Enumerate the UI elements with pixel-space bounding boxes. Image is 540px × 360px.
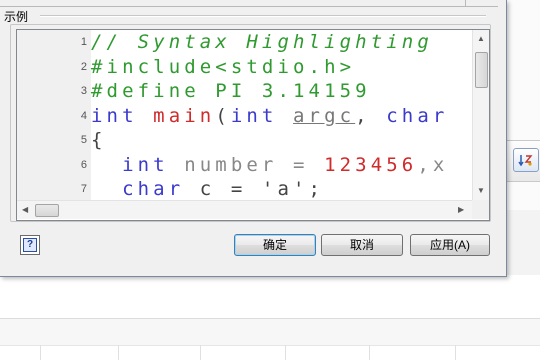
code-text: int number = 123456,x [91, 153, 448, 177]
help-button[interactable]: ? [20, 235, 40, 255]
code-token: ,x [417, 153, 449, 176]
column-divider [285, 345, 286, 360]
code-token: , [355, 104, 387, 127]
code-token: int [230, 104, 294, 127]
sort-arrows-icon [518, 155, 533, 167]
code-token: argc [293, 104, 356, 127]
line-number: 2 [80, 60, 87, 73]
code-token: main [153, 104, 216, 127]
code-text: #include<stdio.h> [91, 55, 355, 79]
code-token: // Syntax Highlighting [91, 31, 449, 53]
top-divider [0, 0, 498, 7]
line-number: 7 [80, 183, 87, 195]
code-token: c = 'a'; [199, 178, 325, 200]
column-divider [369, 345, 370, 360]
code-text: { [91, 128, 107, 152]
code-token: char [386, 104, 449, 127]
column-divider [455, 345, 456, 360]
vertical-scrollbar[interactable]: ▲ ▼ [472, 30, 489, 200]
scroll-down-arrow-icon[interactable]: ▼ [477, 186, 485, 196]
column-divider [200, 345, 201, 360]
line-number: 6 [80, 158, 87, 171]
scroll-left-arrow-icon[interactable]: ◀ [22, 205, 28, 215]
top-divider-tick [465, 0, 466, 6]
code-preview[interactable]: 1 // Syntax Highlighting 2 #include<stdio.… [16, 29, 490, 221]
code-text: // Syntax Highlighting [91, 30, 448, 54]
code-token: int [91, 104, 154, 127]
example-group-label: 示例 [4, 10, 29, 24]
vertical-scroll-thumb[interactable] [475, 52, 488, 88]
help-icon: ? [23, 238, 37, 252]
code-token: ( [215, 104, 231, 127]
code-text: char c = 'a'; [91, 177, 324, 201]
ok-button[interactable]: 确定 [234, 234, 316, 256]
scroll-up-arrow-icon[interactable]: ▲ [477, 34, 485, 44]
background-table-header [0, 318, 540, 346]
code-text: #define PI 3.14159 [91, 79, 371, 103]
scroll-right-arrow-icon[interactable]: ▶ [458, 205, 464, 215]
code-text: int main(int argc, char [91, 104, 448, 128]
column-divider [40, 345, 41, 360]
line-number: 3 [80, 85, 87, 97]
scrollbar-corner [472, 200, 489, 219]
group-separator [40, 15, 486, 17]
settings-dialog: 示例 1 // Syntax Highlighting 2 #include<std… [0, 0, 507, 277]
code-token: char [91, 178, 200, 200]
cancel-button[interactable]: 取消 [321, 234, 403, 256]
line-number: 4 [80, 109, 87, 122]
line-number: 5 [80, 134, 87, 146]
horizontal-scrollbar[interactable]: ◀ ▶ [17, 200, 472, 219]
code-token: number = [184, 153, 325, 176]
line-number: 1 [80, 36, 87, 48]
code-token: #include<stdio.h> [91, 55, 356, 78]
code-token: { [91, 129, 107, 151]
toolbar-button[interactable] [513, 148, 539, 172]
horizontal-scroll-thumb[interactable] [35, 204, 59, 217]
apply-button[interactable]: 应用(A) [410, 234, 490, 256]
code-token: #define PI 3.14159 [91, 80, 371, 102]
column-divider [118, 345, 119, 360]
code-token: int [91, 153, 185, 176]
code-token: 123456 [324, 153, 418, 176]
